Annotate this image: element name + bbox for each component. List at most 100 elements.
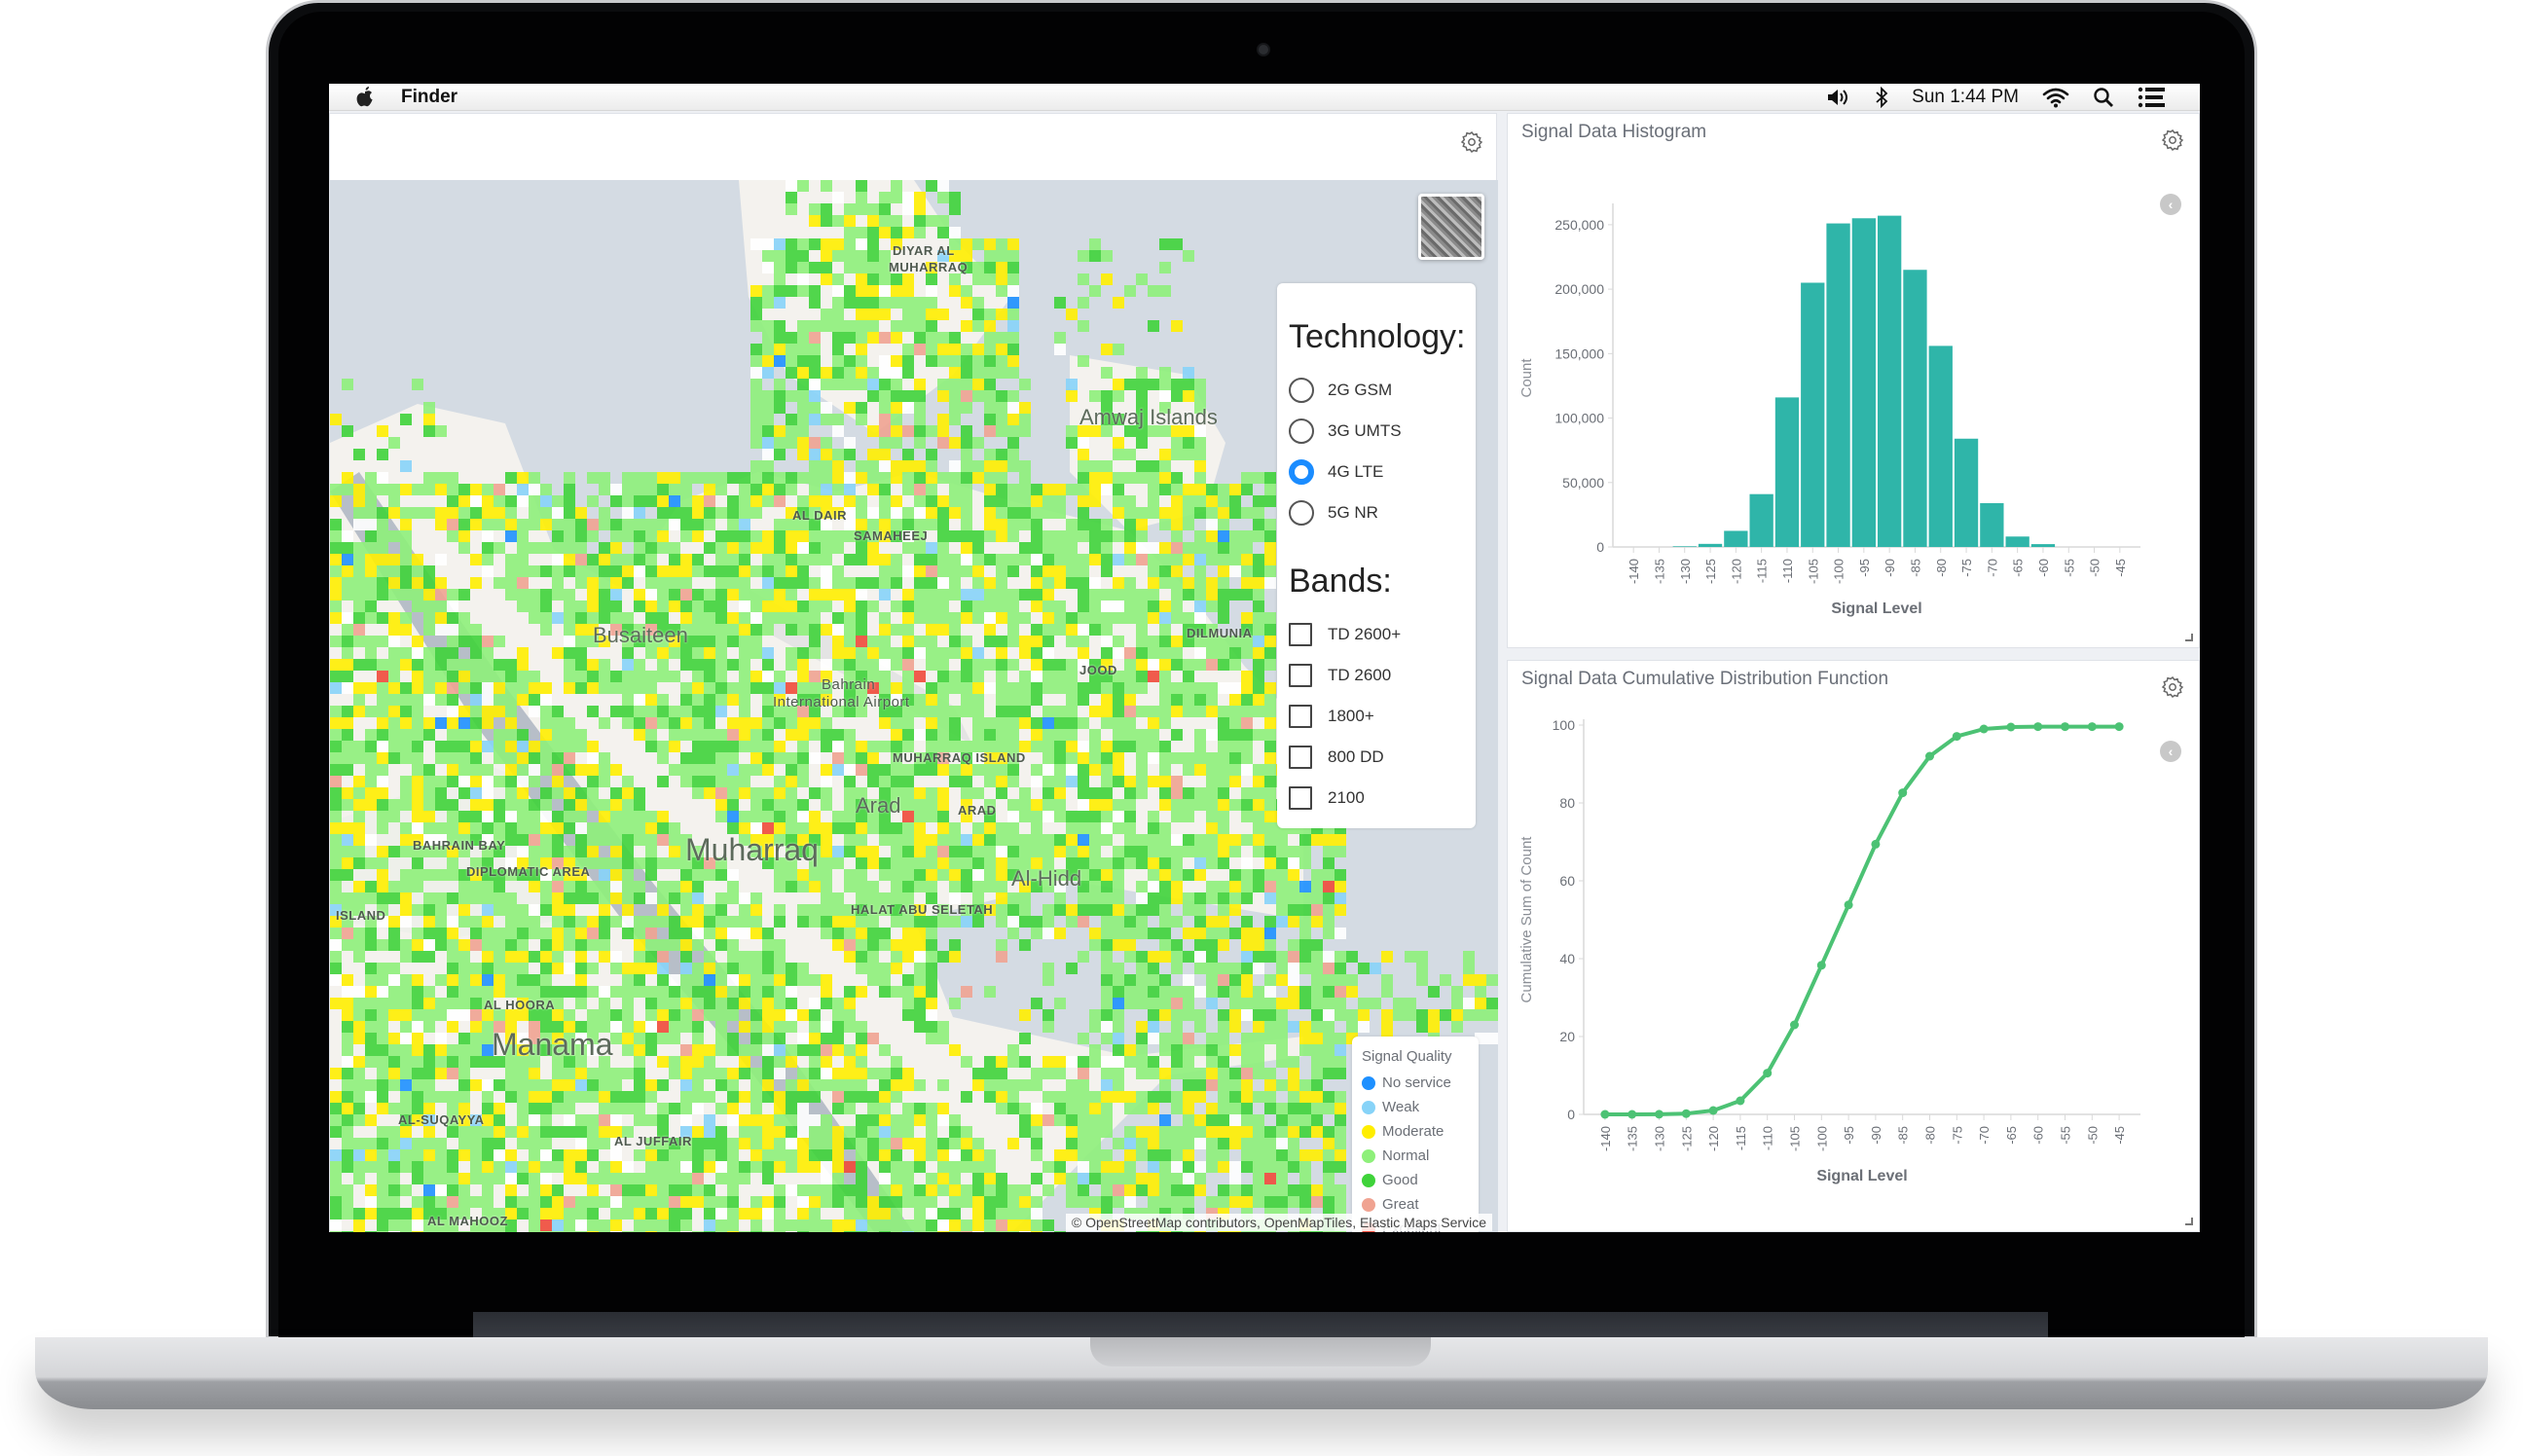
heatmap-cell bbox=[1054, 484, 1066, 495]
heatmap-cell bbox=[505, 904, 517, 916]
band-checkbox[interactable] bbox=[1289, 746, 1312, 769]
heatmap-cell bbox=[937, 472, 949, 484]
heatmap-cell bbox=[949, 682, 961, 694]
technology-option[interactable]: 3G UMTS bbox=[1289, 411, 1476, 452]
heatmap-cell bbox=[902, 565, 914, 577]
heatmap-cell bbox=[458, 752, 470, 764]
band-checkbox[interactable] bbox=[1289, 664, 1312, 687]
heatmap-cell bbox=[984, 495, 996, 507]
heatmap-cell bbox=[1113, 1161, 1124, 1173]
heatmap-cell bbox=[423, 414, 435, 425]
heatmap-cell bbox=[470, 776, 482, 787]
apple-logo-icon[interactable] bbox=[354, 86, 376, 109]
heatmap-cell bbox=[692, 928, 704, 939]
heatmap-cell bbox=[1264, 1068, 1276, 1079]
heatmap-cell bbox=[704, 717, 715, 729]
heatmap-cell bbox=[400, 869, 412, 881]
bluetooth-icon[interactable] bbox=[1875, 86, 1888, 109]
heatmap-cell bbox=[1194, 554, 1206, 565]
heatmap-cell bbox=[692, 1056, 704, 1068]
heatmap-cell bbox=[552, 1126, 564, 1138]
heatmap-cell bbox=[622, 495, 634, 507]
heatmap-cell bbox=[669, 741, 680, 752]
heatmap-cell bbox=[704, 659, 715, 671]
heatmap-cell bbox=[856, 752, 867, 764]
menu-clock[interactable]: Sun 1:44 PM bbox=[1912, 87, 2019, 108]
heatmap-cell bbox=[937, 379, 949, 390]
search-icon[interactable] bbox=[2093, 86, 2114, 109]
heatmap-cell bbox=[353, 1231, 365, 1232]
band-option[interactable]: 800 DD bbox=[1289, 737, 1476, 778]
heatmap-cell bbox=[972, 273, 984, 285]
heatmap-cell bbox=[984, 764, 996, 776]
heatmap-cell bbox=[657, 1161, 669, 1173]
heatmap-cell bbox=[715, 892, 727, 904]
heatmap-cell bbox=[762, 1231, 774, 1232]
heatmap-cell bbox=[482, 1149, 494, 1161]
technology-option[interactable]: 4G LTE bbox=[1289, 452, 1476, 492]
heatmap-cell bbox=[1264, 869, 1276, 881]
band-option[interactable]: 1800+ bbox=[1289, 696, 1476, 737]
heatmap-cell bbox=[517, 963, 529, 974]
wifi-icon[interactable] bbox=[2042, 86, 2069, 109]
heatmap-cell bbox=[996, 402, 1007, 414]
technology-radio[interactable] bbox=[1289, 378, 1314, 403]
heatmap-cell bbox=[692, 1079, 704, 1091]
technology-option[interactable]: 5G NR bbox=[1289, 492, 1476, 533]
heatmap-cell bbox=[739, 1091, 750, 1103]
band-checkbox[interactable] bbox=[1289, 623, 1312, 646]
heatmap-cell bbox=[622, 881, 634, 892]
band-option[interactable]: TD 2600 bbox=[1289, 655, 1476, 696]
heatmap-cell bbox=[330, 706, 342, 717]
band-checkbox[interactable] bbox=[1289, 786, 1312, 810]
band-option[interactable]: 2100 bbox=[1289, 778, 1476, 819]
heatmap-cell bbox=[797, 799, 809, 811]
heatmap-cell bbox=[388, 928, 400, 939]
heatmap-cell bbox=[797, 1196, 809, 1208]
heatmap-cell bbox=[470, 741, 482, 752]
heatmap-cell bbox=[1089, 577, 1101, 589]
heatmap-cell bbox=[879, 671, 891, 682]
heatmap-cell bbox=[891, 1173, 902, 1184]
heatmap-cell bbox=[856, 507, 867, 519]
map-settings-gear-icon[interactable] bbox=[1459, 129, 1484, 155]
heatmap-cell bbox=[1078, 951, 1089, 963]
heatmap-cell bbox=[330, 1103, 342, 1114]
heatmap-cell bbox=[1007, 1056, 1019, 1068]
technology-radio[interactable] bbox=[1289, 500, 1314, 526]
heatmap-cell bbox=[1194, 449, 1206, 460]
heatmap-cell bbox=[704, 1009, 715, 1021]
heatmap-cell bbox=[762, 1196, 774, 1208]
volume-icon[interactable] bbox=[1826, 86, 1851, 109]
heatmap-cell bbox=[540, 881, 552, 892]
heatmap-cell bbox=[482, 671, 494, 682]
list-icon[interactable] bbox=[2138, 86, 2165, 109]
technology-radio[interactable] bbox=[1289, 419, 1314, 444]
heatmap-cell bbox=[1323, 1068, 1335, 1079]
band-checkbox[interactable] bbox=[1289, 705, 1312, 728]
app-name[interactable]: Finder bbox=[401, 87, 457, 108]
heatmap-cell bbox=[1253, 624, 1264, 636]
heatmap-cell bbox=[353, 659, 365, 671]
signal-map[interactable]: DIYAR AL MUHARRAQ Amwaj Islands AL DAIR … bbox=[330, 180, 1498, 1232]
heatmap-cell bbox=[1019, 717, 1031, 729]
technology-radio[interactable] bbox=[1289, 459, 1314, 485]
heatmap-cell bbox=[1171, 869, 1183, 881]
heatmap-cell bbox=[1183, 706, 1194, 717]
heatmap-cell bbox=[1019, 414, 1031, 425]
heatmap-cell bbox=[365, 565, 377, 577]
heatmap-cell bbox=[540, 1138, 552, 1149]
heatmap-cell bbox=[400, 577, 412, 589]
technology-option[interactable]: 2G GSM bbox=[1289, 370, 1476, 411]
heatmap-cell bbox=[1066, 1114, 1078, 1126]
heatmap-cell bbox=[704, 741, 715, 752]
heatmap-cell bbox=[797, 1149, 809, 1161]
basemap-switcher-thumbnail[interactable] bbox=[1418, 194, 1484, 260]
band-option[interactable]: TD 2600+ bbox=[1289, 614, 1476, 655]
heatmap-cell bbox=[1124, 974, 1136, 986]
heatmap-cell bbox=[1054, 998, 1066, 1009]
map-attribution[interactable]: © OpenStreetMap contributors, OpenMapTil… bbox=[1065, 1214, 1492, 1231]
heatmap-cell bbox=[797, 811, 809, 822]
heatmap-cell bbox=[926, 320, 937, 332]
heatmap-cell bbox=[961, 460, 972, 472]
